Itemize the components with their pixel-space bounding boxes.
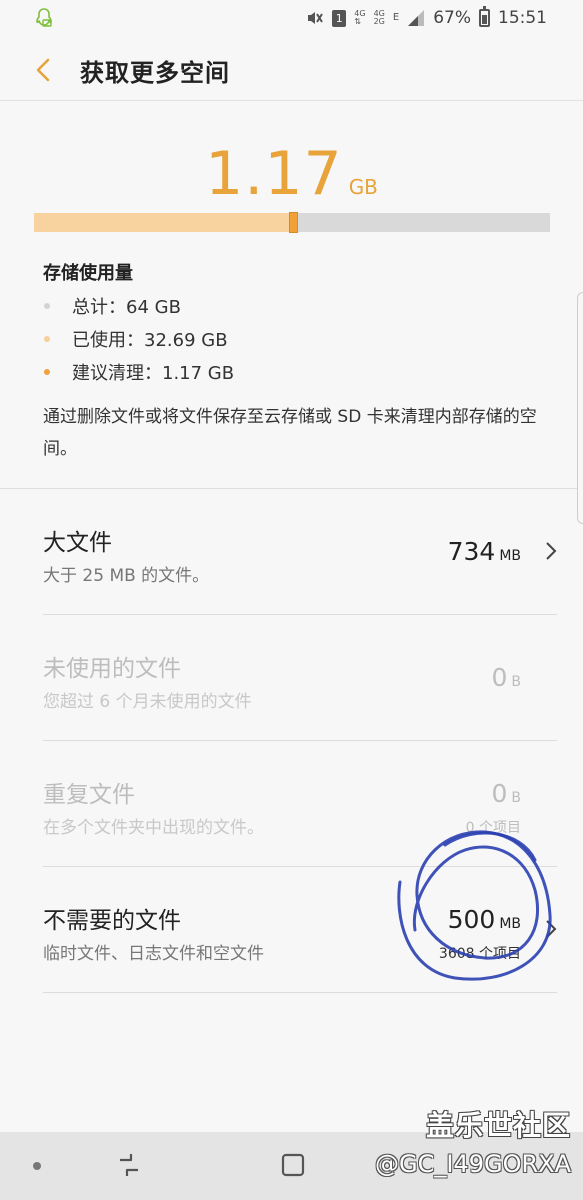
cleanable-amount: 1.17 GB	[0, 139, 583, 209]
legend-item: 已使用：32.69 GB	[43, 322, 234, 355]
row-unnecessary-files[interactable]: 不需要的文件 临时文件、日志文件和空文件 500 MB 3608 个项目	[0, 867, 583, 993]
chevron-right-icon	[546, 542, 557, 560]
battery-percent: 67%	[433, 8, 471, 28]
assistant-icon	[36, 8, 52, 27]
legend-label: 建议清理：1.17 GB	[72, 362, 235, 384]
usage-heading: 存储使用量	[43, 263, 133, 284]
row-description: 大于 25 MB 的文件。	[43, 566, 210, 586]
back-button[interactable]	[28, 54, 60, 86]
legend-label: 已使用：32.69 GB	[72, 329, 228, 351]
network-type-b: 4G 2G	[373, 9, 385, 26]
row-size: 500 MB	[447, 905, 521, 934]
status-bar: 1 4G ⇅ 4G 2G E 67% 15:51	[0, 0, 583, 36]
battery-icon	[479, 6, 490, 27]
home-button-icon[interactable]	[280, 1150, 306, 1180]
chevron-right-icon	[546, 920, 557, 938]
cleanable-value: 1.17	[205, 139, 343, 209]
row-item-count: 0 个项目	[465, 820, 521, 836]
storage-bar-used	[34, 213, 298, 232]
legend-dot-used	[44, 335, 50, 342]
row-title: 重复文件	[43, 782, 135, 808]
legend-item: 建议清理：1.17 GB	[43, 355, 234, 388]
row-title: 不需要的文件	[43, 908, 181, 934]
signal-icon	[408, 10, 425, 26]
row-duplicate-files[interactable]: 重复文件 在多个文件夹中出现的文件。 0B 0 个项目	[0, 741, 583, 867]
signal-letter: E	[392, 12, 400, 23]
row-size: 0B	[491, 663, 521, 692]
row-title: 未使用的文件	[43, 656, 181, 682]
storage-usage-bar	[34, 212, 550, 233]
cleanup-hint: 通过删除文件或将文件保存至云存储或 SD 卡来清理内部存储的空间。	[43, 407, 537, 459]
row-description: 临时文件、日志文件和空文件	[43, 944, 264, 964]
row-description: 在多个文件夹中出现的文件。	[43, 818, 264, 838]
storage-bar-suggested	[289, 212, 298, 233]
row-item-count: 3608 个项目	[438, 946, 521, 962]
nav-dot-icon[interactable]	[33, 1162, 41, 1170]
row-size: 0B	[491, 779, 521, 808]
divider	[43, 992, 557, 993]
legend-dot-total	[44, 302, 50, 309]
storage-summary: 1.17 GB 存储使用量 总计：64 GB 已使用：32.69 GB 建议清理：…	[0, 101, 583, 488]
network-type-a: 4G ⇅	[354, 9, 366, 26]
mute-icon	[308, 12, 324, 24]
recent-apps-icon[interactable]	[116, 1150, 142, 1180]
row-size: 734 MB	[447, 537, 521, 566]
page-title: 获取更多空间	[80, 59, 230, 87]
legend-item: 总计：64 GB	[43, 289, 234, 322]
storage-legend: 总计：64 GB 已使用：32.69 GB 建议清理：1.17 GB	[43, 289, 234, 388]
legend-dot-suggested	[44, 368, 50, 375]
row-large-files[interactable]: 大文件 大于 25 MB 的文件。 734 MB	[0, 489, 583, 615]
row-unused-files[interactable]: 未使用的文件 您超过 6 个月未使用的文件 0B	[0, 615, 583, 741]
watermark-brand: 盖乐世社区	[425, 1109, 571, 1142]
app-bar: 获取更多空间	[0, 36, 583, 100]
row-title: 大文件	[43, 530, 112, 556]
file-category-list: 大文件 大于 25 MB 的文件。 734 MB 未使用的文件 您超过 6 个月未…	[0, 489, 583, 993]
legend-label: 总计：64 GB	[72, 296, 181, 318]
row-description: 您超过 6 个月未使用的文件	[43, 692, 252, 712]
clock: 15:51	[498, 8, 547, 28]
watermark-user: @GC_I49GORXA	[375, 1150, 571, 1178]
cleanable-unit: GB	[348, 175, 378, 199]
sim-icon: 1	[332, 9, 347, 27]
